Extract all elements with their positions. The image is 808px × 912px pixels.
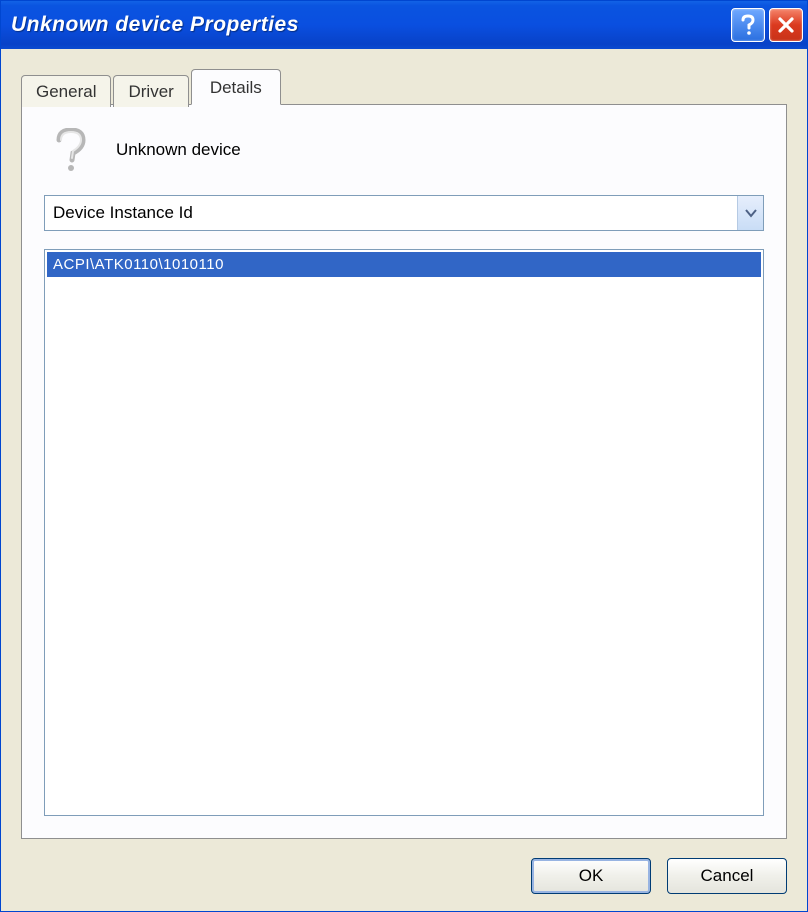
question-mark-icon — [50, 129, 92, 171]
title-bar[interactable]: Unknown device Properties — [1, 1, 807, 49]
dropdown-selected-value: Device Instance Id — [53, 203, 737, 223]
dialog-button-bar: OK Cancel — [1, 851, 807, 911]
help-icon — [739, 14, 757, 36]
value-listbox[interactable]: ACPI\ATK0110\1010110 — [44, 249, 764, 816]
client-area: General Driver Details Unknown device De… — [1, 49, 807, 851]
tab-general[interactable]: General — [21, 75, 111, 107]
tab-driver[interactable]: Driver — [113, 75, 188, 107]
cancel-button[interactable]: Cancel — [667, 858, 787, 894]
tab-strip: General Driver Details — [21, 69, 787, 105]
titlebar-buttons — [731, 8, 803, 42]
window-title: Unknown device Properties — [11, 13, 731, 37]
list-item[interactable]: ACPI\ATK0110\1010110 — [47, 252, 761, 277]
device-name-label: Unknown device — [116, 140, 241, 160]
chevron-down-icon — [737, 196, 763, 230]
help-button[interactable] — [731, 8, 765, 42]
properties-window: Unknown device Properties General Driver… — [0, 0, 808, 912]
close-button[interactable] — [769, 8, 803, 42]
close-icon — [777, 16, 795, 34]
device-header: Unknown device — [44, 125, 764, 195]
ok-button[interactable]: OK — [531, 858, 651, 894]
tab-details[interactable]: Details — [191, 69, 281, 105]
property-dropdown[interactable]: Device Instance Id — [44, 195, 764, 231]
tab-panel-details: Unknown device Device Instance Id ACPI\A… — [21, 104, 787, 839]
